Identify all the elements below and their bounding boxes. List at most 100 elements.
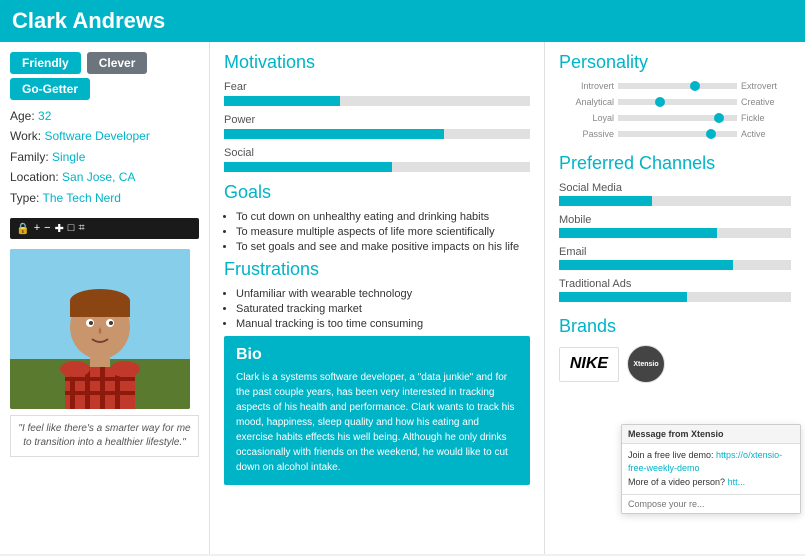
email-fill (559, 260, 733, 270)
slider-introvert-extrovert: Introvert Extrovert (559, 81, 791, 91)
popup-link1[interactable]: https://o/xtensio-free-weekly-demo (628, 450, 782, 474)
popup-body: Join a free live demo: https://o/xtensio… (622, 444, 800, 495)
introvert-label: Introvert (559, 81, 614, 91)
motivation-bar-social: Social (224, 147, 530, 172)
loyal-marker (714, 113, 724, 123)
loyal-label: Loyal (559, 113, 614, 123)
motivations-title: Motivations (224, 52, 530, 73)
traditional-ads-label: Traditional Ads (559, 278, 791, 290)
goals-list: To cut down on unhealthy eating and drin… (224, 211, 530, 253)
social-media-fill (559, 196, 652, 206)
message-popup: Message from Xtensio Join a free live de… (621, 424, 801, 515)
toolbar-move-icon[interactable]: ✚ (55, 222, 64, 235)
page-title: Clark Andrews (12, 8, 793, 34)
social-track (224, 162, 530, 172)
work-value: Software Developer (44, 129, 149, 143)
toolbar-crop-icon[interactable]: ⌗ (78, 222, 84, 235)
passive-label: Passive (559, 129, 614, 139)
social-label: Social (224, 147, 530, 159)
personality-section: Personality Introvert Extrovert Analytic… (559, 52, 791, 139)
age-label: Age: (10, 109, 35, 123)
bio-text: Clark is a systems software developer, a… (236, 370, 518, 475)
fear-label: Fear (224, 81, 530, 93)
fear-track (224, 96, 530, 106)
motivation-bar-power: Power (224, 114, 530, 139)
fear-fill (224, 96, 340, 106)
power-fill (224, 129, 444, 139)
sidebar: Friendly Clever Go-Getter Age: 32 Work: … (0, 42, 210, 554)
goal-item-0: To cut down on unhealthy eating and drin… (236, 211, 530, 223)
extrovert-label: Extrovert (741, 81, 791, 91)
channels-title: Preferred Channels (559, 153, 791, 174)
creative-label: Creative (741, 97, 791, 107)
header: Clark Andrews (0, 0, 805, 42)
introvert-track (618, 83, 737, 89)
mobile-track (559, 228, 791, 238)
goals-title: Goals (224, 182, 530, 203)
social-fill (224, 162, 392, 172)
toolbar-square-icon[interactable]: □ (68, 222, 75, 234)
slider-passive-active: Passive Active (559, 129, 791, 139)
info-section: Age: 32 Work: Software Developer Family:… (10, 106, 199, 208)
main-content: Friendly Clever Go-Getter Age: 32 Work: … (0, 42, 805, 554)
passive-track (618, 131, 737, 137)
xtensio-logo: Xtensio (627, 345, 665, 383)
popup-link2[interactable]: htt... (728, 477, 746, 487)
power-track (224, 129, 530, 139)
toolbar: 🔒 + − ✚ □ ⌗ (10, 218, 199, 239)
location-value: San Jose, CA (62, 170, 135, 184)
channel-traditional-ads: Traditional Ads (559, 278, 791, 302)
email-track (559, 260, 791, 270)
tag-friendly[interactable]: Friendly (10, 52, 81, 74)
active-label: Active (741, 129, 791, 139)
brands-title: Brands (559, 316, 791, 337)
frustration-item-0: Unfamiliar with wearable technology (236, 288, 530, 300)
traditional-ads-fill (559, 292, 687, 302)
popup-header: Message from Xtensio (622, 425, 800, 444)
bio-title: Bio (236, 346, 518, 364)
slider-loyal-fickle: Loyal Fickle (559, 113, 791, 123)
tag-go-getter[interactable]: Go-Getter (10, 78, 90, 100)
channels-section: Preferred Channels Social Media Mobile E… (559, 153, 791, 302)
power-label: Power (224, 114, 530, 126)
right-section: Personality Introvert Extrovert Analytic… (545, 42, 805, 554)
archetype-value: The Tech Nerd (42, 191, 121, 205)
family-label: Family: (10, 150, 49, 164)
introvert-marker (690, 81, 700, 91)
tags-container: Friendly Clever (10, 52, 199, 74)
slider-analytical-creative: Analytical Creative (559, 97, 791, 107)
popup-compose-input[interactable] (622, 494, 800, 513)
channel-mobile: Mobile (559, 214, 791, 238)
quote-box: "I feel like there's a smarter way for m… (10, 415, 199, 457)
channel-social-media: Social Media (559, 182, 791, 206)
mobile-label: Mobile (559, 214, 791, 226)
toolbar-plus-icon[interactable]: + (34, 222, 40, 234)
frustrations-title: Frustrations (224, 259, 530, 280)
frustration-item-1: Saturated tracking market (236, 303, 530, 315)
brands-row: NIKE Xtensio (559, 345, 791, 383)
personality-title: Personality (559, 52, 791, 73)
brands-section: Brands NIKE Xtensio (559, 316, 791, 383)
analytical-track (618, 99, 737, 105)
tag-clever[interactable]: Clever (87, 52, 148, 74)
fickle-label: Fickle (741, 113, 791, 123)
social-media-label: Social Media (559, 182, 791, 194)
nike-logo: NIKE (559, 347, 619, 382)
goal-item-2: To set goals and see and make positive i… (236, 241, 530, 253)
analytical-marker (655, 97, 665, 107)
toolbar-minus-icon[interactable]: − (44, 222, 50, 234)
type-label: Type: (10, 191, 39, 205)
traditional-ads-track (559, 292, 791, 302)
motivation-bar-fear: Fear (224, 81, 530, 106)
family-value: Single (52, 150, 85, 164)
middle-section: Motivations Fear Power Social Goals To c… (210, 42, 545, 554)
toolbar-lock-icon[interactable]: 🔒 (16, 222, 30, 235)
channel-email: Email (559, 246, 791, 270)
bio-box: Bio Clark is a systems software develope… (224, 336, 530, 485)
work-label: Work: (10, 129, 41, 143)
location-label: Location: (10, 170, 59, 184)
mobile-fill (559, 228, 717, 238)
goal-item-1: To measure multiple aspects of life more… (236, 226, 530, 238)
quote-text: "I feel like there's a smarter way for m… (18, 423, 190, 448)
social-media-track (559, 196, 791, 206)
